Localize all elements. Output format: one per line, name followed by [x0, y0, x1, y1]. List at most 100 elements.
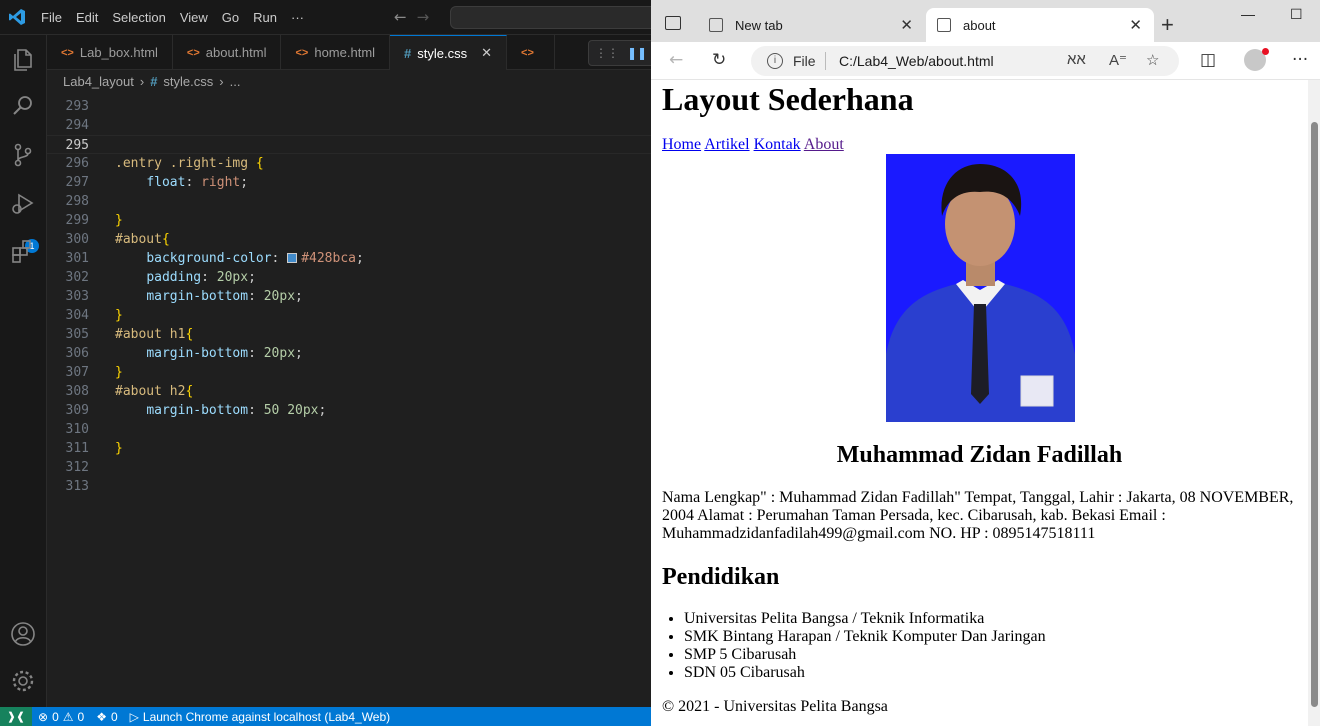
refresh-icon[interactable]: ↻ [712, 50, 726, 70]
css-property: margin-bottom [146, 289, 249, 304]
html-file-icon: <> [61, 46, 74, 59]
nav-link-home[interactable]: Home [662, 136, 701, 153]
address-bar[interactable]: i File C:/Lab4_Web/about.html אא A⁼ ☆ [751, 46, 1179, 76]
code-line: 303 margin-bottom: 20px; [47, 287, 651, 306]
menu-selection[interactable]: Selection [105, 10, 172, 25]
css-property: margin-bottom [146, 346, 249, 361]
forward-arrow-icon[interactable]: → [417, 8, 430, 26]
line-number: 293 [65, 99, 89, 114]
close-icon[interactable]: ✕ [1129, 16, 1142, 34]
close-icon[interactable]: ✕ [481, 45, 492, 61]
source-control-icon[interactable] [9, 141, 37, 169]
translate-icon[interactable]: אא [1067, 51, 1086, 68]
code-line: 305 #about h1{ [47, 325, 651, 344]
tab-home[interactable]: <> home.html [281, 35, 391, 70]
address-scheme: File [793, 53, 816, 69]
scroll-thumb[interactable] [1311, 122, 1318, 707]
nav-link-kontak[interactable]: Kontak [754, 136, 801, 153]
profile-bio: Nama Lengkap" : Muhammad Zidan Fadillah"… [662, 489, 1294, 542]
address-divider [825, 52, 826, 70]
tab-lab-box[interactable]: <> Lab_box.html [47, 35, 173, 70]
html-file-icon: <> [521, 46, 534, 59]
browser-tab-label: about [963, 17, 996, 33]
command-center[interactable] [450, 6, 660, 29]
code-line: 313 [47, 477, 651, 496]
tab-about[interactable]: <> about.html [173, 35, 282, 70]
code-line: 300 #about{ [47, 230, 651, 249]
menu-file[interactable]: File [34, 10, 69, 25]
menu-run[interactable]: Run [246, 10, 284, 25]
ports-status[interactable]: ❖ 0 [90, 710, 123, 724]
pause-icon[interactable]: ❚❚ [627, 46, 647, 60]
css-value: 20px [216, 270, 249, 285]
code-line: 299} [47, 211, 651, 230]
extensions-icon[interactable] [9, 237, 37, 265]
maximize-icon[interactable]: ☐ [1290, 6, 1303, 23]
tab-overflow[interactable]: <> [507, 35, 555, 70]
search-icon[interactable] [9, 92, 37, 120]
css-selector: .entry .right-img [115, 156, 249, 171]
tab-actions-icon[interactable] [665, 16, 681, 30]
breadcrumb-file[interactable]: style.css [163, 74, 213, 89]
remote-indicator[interactable]: ❱❰ [0, 707, 32, 726]
more-menu-icon[interactable]: ··· [1292, 50, 1308, 70]
debug-toolbar: ⋮⋮ ❚❚ [588, 40, 658, 66]
menu-more[interactable]: ··· [284, 10, 311, 25]
code-line: 312 [47, 458, 651, 477]
css-property: float [146, 175, 186, 190]
browser-tab-about[interactable]: about ✕ [926, 8, 1154, 42]
address-url[interactable]: C:/Lab4_Web/about.html [839, 53, 994, 69]
remote-icon: ❱❰ [6, 711, 26, 723]
code-line: 301 background-color: #428bca; [47, 249, 651, 268]
nav-link-artikel[interactable]: Artikel [704, 136, 749, 153]
menu-view[interactable]: View [173, 10, 215, 25]
line-number: 312 [65, 460, 89, 475]
tab-label: Lab_box.html [79, 45, 158, 60]
code-line: 294 [47, 116, 651, 135]
problems-status[interactable]: ⊗ 0 ⚠ 0 [32, 710, 90, 724]
browser-tab-new-tab[interactable]: New tab ✕ [698, 8, 925, 42]
breadcrumb-folder[interactable]: Lab4_layout [63, 74, 134, 89]
run-debug-icon[interactable] [9, 190, 37, 218]
settings-gear-icon[interactable] [9, 667, 37, 695]
css-property: padding [146, 270, 202, 285]
explorer-icon[interactable] [9, 45, 37, 73]
vertical-scrollbar[interactable] [1308, 80, 1320, 726]
line-number: 295 [65, 138, 89, 153]
breadcrumb-more[interactable]: ... [230, 74, 241, 89]
close-icon[interactable]: ✕ [900, 16, 913, 34]
vscode-titlebar: File Edit Selection View Go Run ··· ← → [0, 0, 660, 35]
menu-go[interactable]: Go [215, 10, 246, 25]
chevron-right-icon: › [219, 73, 224, 89]
browser-tabstrip: New tab ✕ about ✕ + — ☐ [651, 0, 1320, 42]
breadcrumb: Lab4_layout › # style.css › ... [47, 70, 651, 92]
launch-config-status[interactable]: ▷ Launch Chrome against localhost (Lab4_… [124, 710, 397, 724]
browser-window: New tab ✕ about ✕ + — ☐ ← ↻ i File C:/La… [651, 0, 1320, 726]
split-screen-icon[interactable]: ◫ [1200, 50, 1216, 70]
tab-style-css[interactable]: # style.css ✕ [390, 35, 508, 70]
page-title: Layout Sederhana [662, 81, 914, 117]
code-editor[interactable]: 293 294 295 296 .entry .right-img { 297 f… [47, 97, 651, 707]
code-line: 297 float: right; [47, 173, 651, 192]
new-tab-plus-icon[interactable]: + [1161, 12, 1174, 38]
code-line: 304} [47, 306, 651, 325]
back-arrow-icon[interactable]: ← [394, 8, 407, 26]
tab-label: style.css [417, 45, 468, 61]
menu-edit[interactable]: Edit [69, 10, 105, 25]
tab-label: home.html [314, 45, 376, 60]
back-arrow-icon[interactable]: ← [669, 50, 683, 70]
nav-link-about[interactable]: About [804, 136, 844, 153]
drag-handle-icon[interactable]: ⋮⋮ [595, 46, 619, 60]
favorite-star-icon[interactable]: ☆ [1146, 51, 1159, 69]
page-footer: © 2021 - Universitas Pelita Bangsa [662, 698, 888, 715]
css-value: #428bca [301, 251, 356, 266]
list-item: SMP 5 Cibarusah [684, 646, 1046, 664]
minimize-icon[interactable]: — [1241, 6, 1255, 22]
color-swatch[interactable] [287, 253, 298, 263]
code-line: 306 margin-bottom: 20px; [47, 344, 651, 363]
account-icon[interactable] [9, 620, 37, 648]
info-icon[interactable]: i [767, 53, 783, 69]
read-aloud-icon[interactable]: A⁼ [1109, 51, 1127, 69]
code-line: 307} [47, 363, 651, 382]
status-bar: ❱❰ ⊗ 0 ⚠ 0 ❖ 0 ▷ Launch Chrome against l… [0, 707, 651, 726]
